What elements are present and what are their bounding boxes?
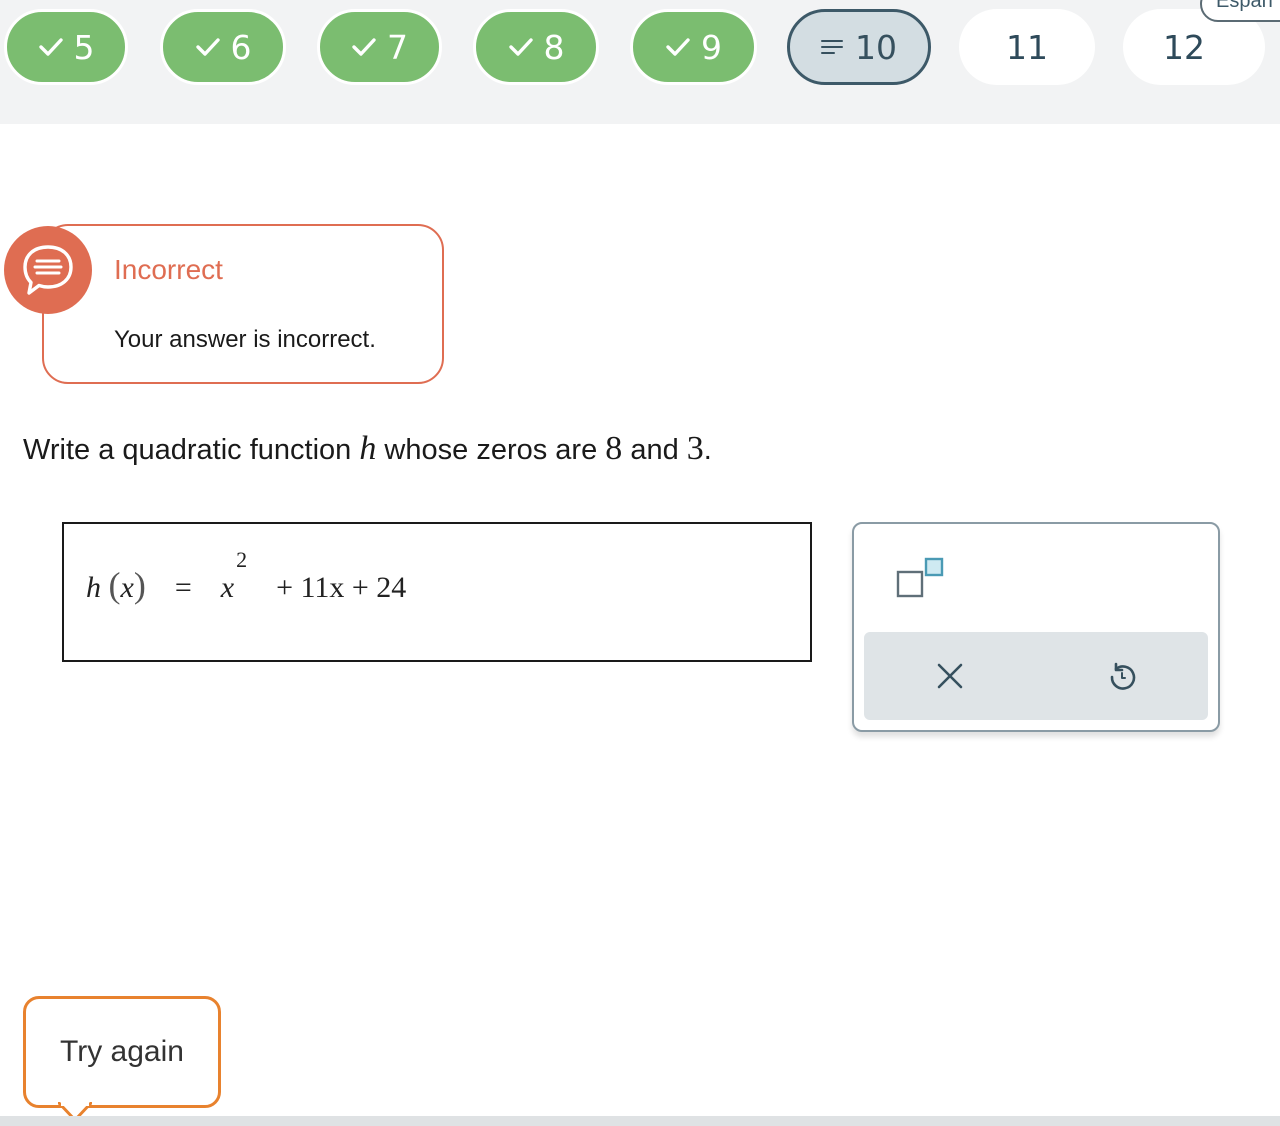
undo-icon[interactable]	[1098, 652, 1146, 700]
question-number: 8	[543, 27, 565, 67]
checkmark-icon	[195, 37, 221, 57]
in-progress-lines-icon	[821, 39, 843, 55]
feedback-title: Incorrect	[114, 254, 223, 285]
question-number: 10	[855, 27, 897, 67]
answer-input[interactable]: h (x) = x2 + 11x + 24	[62, 522, 812, 662]
checkmark-icon	[508, 37, 534, 57]
question-7-button[interactable]: 7	[317, 9, 442, 85]
try-again-button[interactable]: Try again	[23, 996, 221, 1108]
question-number: 6	[230, 27, 252, 67]
question-6-button[interactable]: 6	[160, 9, 286, 85]
bottom-divider	[0, 1116, 1280, 1126]
question-number: 9	[701, 27, 722, 67]
question-9-button[interactable]: 9	[630, 9, 757, 85]
language-toggle-button[interactable]: Españ	[1200, 0, 1280, 22]
answer-expression: h (x) = x2 + 11x + 24	[86, 547, 407, 605]
function-name: h	[86, 571, 101, 604]
question-number: 11	[1006, 27, 1048, 67]
feedback-message: Your answer is incorrect.	[114, 326, 376, 353]
zero-value: 3	[686, 430, 704, 467]
question-navigation-bar: 5 6 7 8 9 10 11 12 Españ	[0, 0, 1280, 124]
remaining-terms: + 11x + 24	[276, 571, 407, 604]
feedback-panel	[42, 224, 444, 384]
question-number: 12	[1163, 27, 1205, 67]
question-5-button[interactable]: 5	[4, 9, 128, 85]
question-number: 7	[387, 27, 408, 67]
close-icon[interactable]	[926, 652, 974, 700]
exponent: 2	[236, 547, 248, 572]
question-10-button[interactable]: 10	[787, 9, 931, 85]
question-8-button[interactable]: 8	[473, 9, 599, 85]
speech-bubble-lines-icon	[4, 226, 92, 314]
exponent-template-icon[interactable]	[894, 556, 950, 604]
question-prompt: Write a quadratic function h whose zeros…	[23, 430, 712, 467]
checkmark-icon	[38, 37, 64, 57]
function-argument: x	[120, 571, 134, 604]
checkmark-icon	[351, 37, 377, 57]
base-variable: x	[220, 571, 235, 604]
math-palette	[852, 522, 1220, 732]
palette-actions	[864, 632, 1208, 720]
question-11-button[interactable]: 11	[959, 9, 1095, 85]
checkmark-icon	[665, 37, 691, 57]
question-number: 5	[73, 27, 95, 67]
function-variable: h	[359, 430, 377, 467]
zero-value: 8	[605, 430, 623, 467]
equals-sign: =	[174, 571, 192, 604]
